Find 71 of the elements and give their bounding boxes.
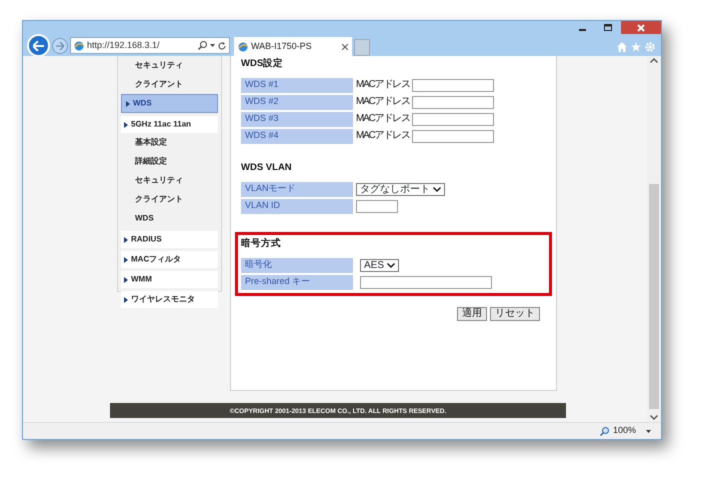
dropdown-caret-icon — [646, 430, 651, 432]
input-field[interactable] — [356, 200, 398, 212]
globe-icon — [238, 42, 248, 52]
chevron-up-icon — [650, 58, 658, 63]
field-prefix: MACアドレス — [356, 96, 410, 108]
arrow-icon — [124, 256, 128, 262]
address-bar[interactable]: http://192.168.3.1/ — [70, 37, 230, 54]
section-heading: WDS VLAN — [241, 162, 293, 174]
input-field[interactable] — [412, 78, 494, 92]
arrow-icon — [124, 122, 128, 128]
sidebar-item[interactable]: クライアント — [121, 75, 218, 94]
field-label: Pre-shared キー — [241, 274, 353, 290]
sidebar-section[interactable]: ワイヤレスモニタ — [121, 291, 218, 308]
globe-icon — [74, 40, 84, 50]
arrow-icon — [126, 100, 130, 106]
section-heading: WDS設定 — [241, 58, 284, 70]
zoom-control[interactable]: 100% — [600, 424, 636, 438]
field-prefix: MACアドレス — [356, 130, 410, 142]
scrollbar[interactable] — [647, 56, 661, 422]
search-icon — [198, 41, 207, 50]
field-label: WDS #4 — [241, 128, 353, 144]
arrow-icon — [124, 276, 128, 282]
refresh-icon — [218, 42, 226, 50]
star-icon — [631, 42, 641, 52]
sidebar-item[interactable]: WDS — [121, 209, 218, 228]
field-prefix: MACアドレス — [356, 113, 410, 125]
close-button[interactable] — [621, 21, 661, 34]
input-field[interactable] — [412, 96, 494, 108]
input-field[interactable] — [412, 112, 494, 126]
chevron-down-icon — [387, 262, 396, 268]
sidebar-item[interactable]: セキュリティ — [121, 56, 218, 75]
sidebar-item[interactable]: クライアント — [121, 190, 218, 209]
sidebar-section[interactable]: MACフィルタ — [121, 251, 218, 268]
field-label: 暗号化 — [241, 258, 353, 272]
arrow-right-icon — [56, 42, 64, 50]
form-button[interactable]: 適用 — [457, 307, 487, 321]
field-label: WDS #1 — [241, 78, 353, 92]
sidebar-section[interactable]: 5GHz 11ac 11an — [121, 116, 218, 133]
arrow-left-icon — [33, 40, 44, 50]
magnifier-icon — [600, 426, 609, 436]
settings-icon — [645, 42, 655, 52]
select-dropdown[interactable]: タグなしポート — [356, 182, 445, 196]
browser-tab[interactable]: WAB-I1750-PS — [234, 37, 352, 56]
field-label: WDS #3 — [241, 112, 353, 126]
input-field[interactable] — [360, 276, 492, 288]
field-prefix: MACアドレス — [356, 79, 410, 91]
sidebar-item[interactable]: 基本設定 — [121, 133, 218, 152]
arrow-icon — [124, 236, 128, 242]
chevron-down-icon — [433, 186, 441, 192]
section-heading: 暗号方式 — [241, 238, 282, 250]
arrow-icon — [124, 296, 128, 302]
field-label: VLANモード — [241, 182, 353, 196]
home-icon — [617, 42, 627, 52]
select-dropdown[interactable]: AES — [360, 258, 400, 272]
back-button[interactable] — [27, 34, 50, 57]
chevron-down-icon — [650, 415, 658, 420]
maximize-icon — [604, 24, 612, 31]
input-field[interactable] — [412, 130, 494, 142]
field-label: WDS #2 — [241, 94, 353, 110]
sidebar-item[interactable]: 詳細設定 — [121, 152, 218, 171]
sidebar-section[interactable]: RADIUS — [121, 231, 218, 248]
dropdown-caret-icon — [210, 44, 215, 47]
form-button[interactable]: リセット — [490, 307, 540, 321]
forward-button[interactable] — [52, 38, 68, 54]
close-icon — [637, 24, 645, 32]
close-icon — [342, 44, 348, 50]
sidebar-item[interactable]: セキュリティ — [121, 171, 218, 190]
sidebar-item[interactable]: WDS — [121, 94, 218, 113]
field-label: VLAN ID — [241, 198, 353, 214]
new-tab-button[interactable] — [354, 39, 370, 56]
sidebar-section[interactable]: WMM — [121, 271, 218, 288]
